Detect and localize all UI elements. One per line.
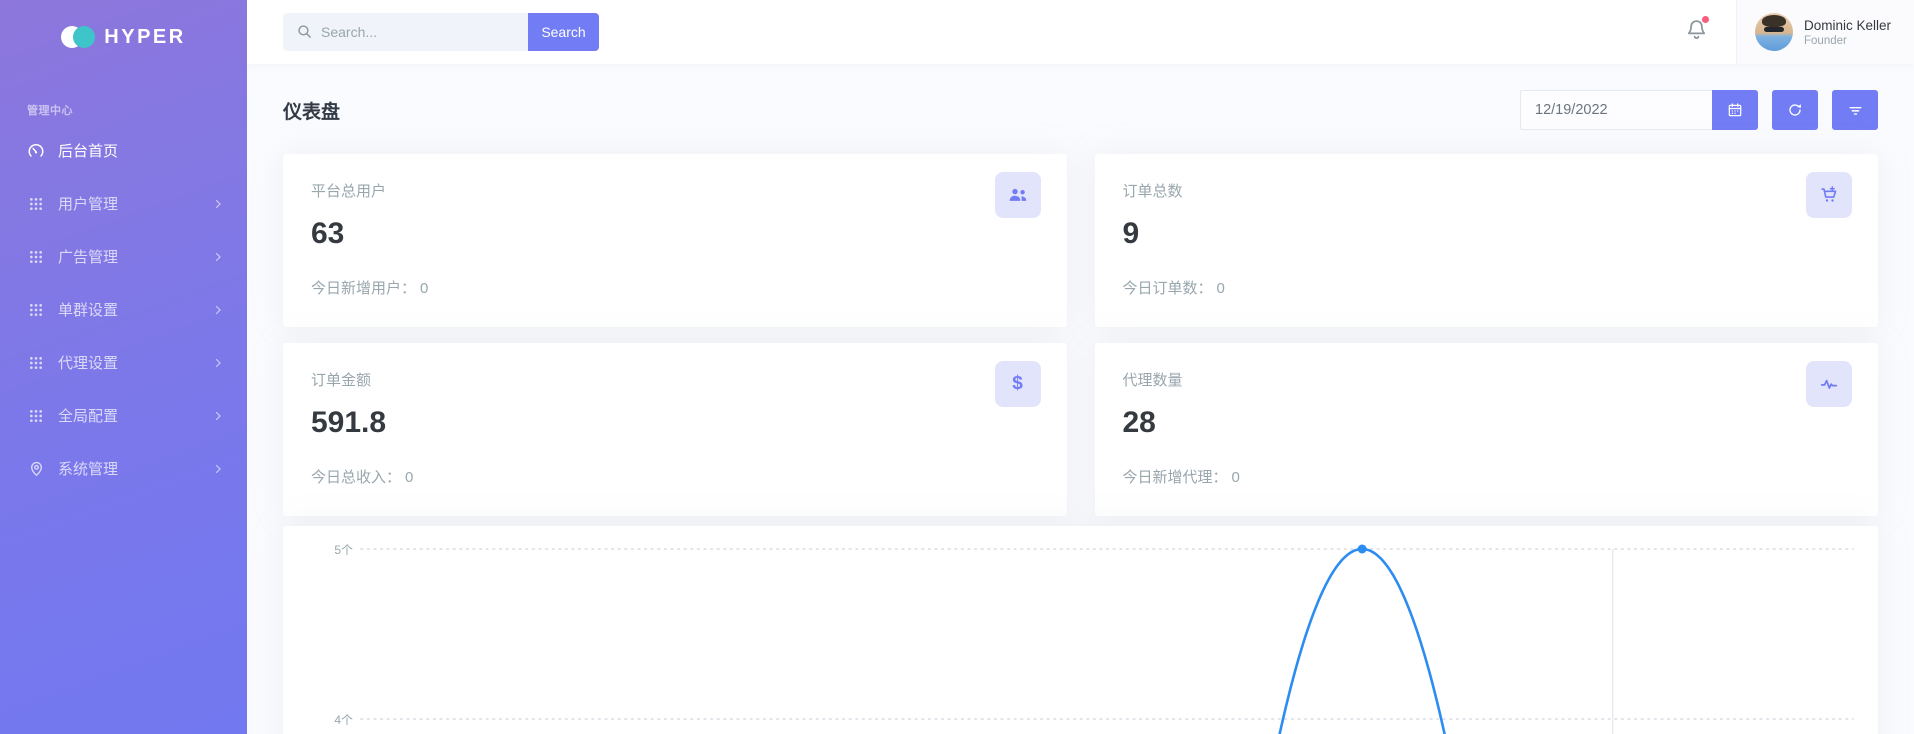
sidebar-item-global-config[interactable]: 全局配置: [0, 389, 247, 442]
chevron-right-icon: [212, 251, 224, 263]
sidebar-item-label: 广告管理: [58, 246, 212, 267]
sidebar-item-label: 用户管理: [58, 193, 212, 214]
grid-dots-icon: [27, 301, 45, 319]
stat-footer: 今日订单数：0: [1123, 277, 1851, 298]
chevron-right-icon: [212, 410, 224, 422]
chevron-right-icon: [212, 304, 224, 316]
stat-footer: 今日新增代理：0: [1123, 466, 1851, 487]
refresh-button[interactable]: [1772, 90, 1818, 130]
notification-bell-button[interactable]: [1685, 18, 1708, 46]
line-chart-svg: [283, 526, 1878, 734]
date-input[interactable]: [1520, 90, 1712, 130]
search-input[interactable]: [283, 13, 528, 51]
sidebar-item-label: 单群设置: [58, 299, 212, 320]
search-icon: [296, 23, 313, 45]
users-icon: [995, 172, 1041, 218]
search-group: Search: [283, 13, 599, 51]
content-area: 仪表盘 平台总用户 63 今日新增用户：0: [247, 64, 1914, 734]
sidebar-item-label: 全局配置: [58, 405, 212, 426]
map-pin-icon: [27, 460, 45, 478]
stat-card-total-orders: 订单总数 9 今日订单数：0: [1095, 154, 1879, 327]
sidebar-item-label: 代理设置: [58, 352, 212, 373]
chevron-right-icon: [212, 357, 224, 369]
grid-dots-icon: [27, 248, 45, 266]
filter-sort-icon: [1847, 102, 1864, 119]
sidebar-item-user-mgmt[interactable]: 用户管理: [0, 177, 247, 230]
activity-pulse-icon: [1806, 361, 1852, 407]
stat-label: 代理数量: [1123, 369, 1851, 390]
stat-cards-grid: 平台总用户 63 今日新增用户：0 订单总数 9 今日订单数：0: [283, 154, 1878, 516]
dashboard-gauge-icon: [27, 142, 45, 160]
notification-unread-dot: [1702, 16, 1709, 23]
stat-label: 订单金额: [311, 369, 1039, 390]
refresh-icon: [1787, 102, 1803, 118]
stat-value: 591.8: [311, 406, 1039, 440]
sidebar-item-label: 后台首页: [58, 140, 224, 161]
logo-icon: [61, 26, 95, 48]
stat-value: 63: [311, 217, 1039, 251]
avatar: [1755, 13, 1793, 51]
page-title: 仪表盘: [283, 97, 340, 124]
stat-footer: 今日总收入：0: [311, 466, 1039, 487]
topbar: Search Dominic Keller Founder: [247, 0, 1914, 64]
sidebar-item-dashboard[interactable]: 后台首页: [0, 124, 247, 177]
dollar-icon: $: [995, 361, 1041, 407]
calendar-icon: [1727, 102, 1743, 118]
peak-marker-dot: [1358, 545, 1367, 554]
stat-card-order-amount: 订单金额 591.8 今日总收入：0 $: [283, 343, 1067, 516]
filter-button[interactable]: [1832, 90, 1878, 130]
grid-dots-icon: [27, 407, 45, 425]
user-menu[interactable]: Dominic Keller Founder: [1736, 0, 1914, 64]
series-line: [1269, 549, 1455, 734]
stat-card-agent-count: 代理数量 28 今日新增代理：0: [1095, 343, 1879, 516]
chevron-right-icon: [212, 463, 224, 475]
sidebar-item-system-mgmt[interactable]: 系统管理: [0, 442, 247, 495]
cart-plus-icon: [1806, 172, 1852, 218]
stat-value: 9: [1123, 217, 1851, 251]
user-role: Founder: [1804, 35, 1891, 47]
grid-dots-icon: [27, 354, 45, 372]
stat-label: 订单总数: [1123, 180, 1851, 201]
line-chart-card[interactable]: 5个 4个: [283, 526, 1878, 734]
sidebar-section-label: 管理中心: [0, 74, 247, 124]
stat-value: 28: [1123, 406, 1851, 440]
sidebar-item-ad-mgmt[interactable]: 广告管理: [0, 230, 247, 283]
sidebar: HYPER 管理中心 后台首页 用户管理 广告管理 单群设置 代理设置: [0, 0, 247, 734]
app-logo[interactable]: HYPER: [0, 0, 247, 74]
stat-footer: 今日新增用户：0: [311, 277, 1039, 298]
chevron-right-icon: [212, 198, 224, 210]
sidebar-item-label: 系统管理: [58, 458, 212, 479]
calendar-button[interactable]: [1712, 90, 1758, 130]
sidebar-item-group-settings[interactable]: 单群设置: [0, 283, 247, 336]
sidebar-item-agent-settings[interactable]: 代理设置: [0, 336, 247, 389]
search-button[interactable]: Search: [528, 13, 599, 51]
user-name: Dominic Keller: [1804, 18, 1891, 33]
stat-card-total-users: 平台总用户 63 今日新增用户：0: [283, 154, 1067, 327]
logo-text: HYPER: [104, 26, 185, 49]
stat-label: 平台总用户: [311, 180, 1039, 201]
grid-dots-icon: [27, 195, 45, 213]
